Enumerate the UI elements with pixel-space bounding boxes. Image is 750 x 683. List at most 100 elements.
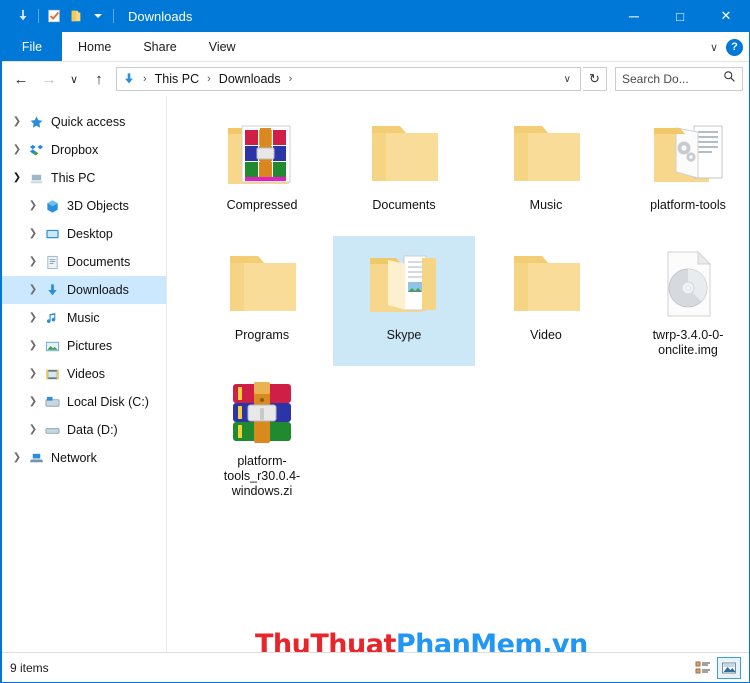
refresh-button[interactable]: ↻ xyxy=(583,67,607,91)
file-label: Video xyxy=(530,328,562,342)
chevron-right-icon[interactable]: ❯ xyxy=(24,201,42,211)
sidebar-item-pictures[interactable]: ❯ Pictures xyxy=(2,332,166,360)
minimize-button[interactable]: ─ xyxy=(611,0,657,32)
downloads-arrow-icon[interactable] xyxy=(12,5,34,27)
file-label: Music xyxy=(529,198,563,212)
back-button[interactable]: ← xyxy=(8,66,34,92)
file-item-video[interactable]: Video xyxy=(475,236,617,366)
window-controls: ─ □ ✕ xyxy=(611,0,749,32)
sidebar-item-documents[interactable]: ❯ Documents xyxy=(2,248,166,276)
sidebar-label: Network xyxy=(51,451,97,465)
file-label: Documents xyxy=(372,198,436,212)
address-dropdown-chevron-icon[interactable]: ∨ xyxy=(559,74,576,85)
toolbar-separator xyxy=(38,9,39,23)
folder-with-docs-preview-icon xyxy=(640,112,736,196)
chevron-right-icon[interactable]: ❯ xyxy=(24,257,42,267)
chevron-right-icon[interactable]: ❯ xyxy=(24,229,42,239)
item-count-label: 9 items xyxy=(10,660,49,675)
explorer-body: ❯ Quick access ❯ Dropbox ❯ This PC ❯ 3D … xyxy=(2,96,749,652)
recent-locations-button[interactable]: ∨ xyxy=(64,66,84,92)
file-list-pane[interactable]: Compressed Documents Music platform-tool… xyxy=(167,96,749,652)
status-bar: 9 items xyxy=(2,652,749,682)
forward-button[interactable]: → xyxy=(36,66,62,92)
chevron-right-icon[interactable]: ❯ xyxy=(8,453,26,463)
sidebar-label: Desktop xyxy=(67,227,113,241)
file-item-twrp-img[interactable]: twrp-3.4.0-0-onclite.img xyxy=(617,236,749,366)
search-box[interactable]: Search Do... xyxy=(615,67,743,91)
chevron-down-icon[interactable]: ❯ xyxy=(8,173,26,183)
sidebar-label: Dropbox xyxy=(51,143,99,157)
file-item-skype[interactable]: Skype xyxy=(333,236,475,366)
watermark: ThuThuatPhanMem.vn xyxy=(255,629,588,652)
crumb-separator-0: › xyxy=(143,73,147,85)
search-input[interactable]: Search Do... xyxy=(622,72,689,86)
address-path-field[interactable]: › This PC › Downloads › ∨ xyxy=(116,67,581,91)
pc-icon xyxy=(26,171,46,186)
sidebar-label: 3D Objects xyxy=(67,199,129,213)
quick-access-toolbar xyxy=(2,5,118,27)
folder-with-rar-preview-icon xyxy=(214,112,310,196)
sidebar-item-this-pc[interactable]: ❯ This PC xyxy=(2,164,166,192)
sidebar-item-quick-access[interactable]: ❯ Quick access xyxy=(2,108,166,136)
sidebar-label: Documents xyxy=(67,255,131,269)
chevron-right-icon[interactable]: ❯ xyxy=(24,397,42,407)
file-item-platform-tools-zip[interactable]: platform-tools_r30.0.4-windows.zi xyxy=(191,366,333,498)
file-label: Compressed xyxy=(226,198,298,212)
breadcrumb-downloads[interactable]: Downloads xyxy=(217,72,283,86)
maximize-button[interactable]: □ xyxy=(657,0,703,32)
sidebar-item-desktop[interactable]: ❯ Desktop xyxy=(2,220,166,248)
chevron-right-icon[interactable]: ❯ xyxy=(24,313,42,323)
sidebar-item-data-d[interactable]: ❯ Data (D:) xyxy=(2,416,166,444)
sidebar-item-music[interactable]: ❯ Music xyxy=(2,304,166,332)
large-icons-view-button[interactable] xyxy=(717,656,741,679)
cube-icon xyxy=(42,199,62,214)
sidebar-label: Data (D:) xyxy=(67,423,118,437)
sidebar-label: Local Disk (C:) xyxy=(67,395,149,409)
chevron-right-icon[interactable]: ❯ xyxy=(24,341,42,351)
file-label: platform-tools_r30.0.4-windows.zi xyxy=(223,454,301,498)
folder-icon xyxy=(356,112,452,196)
new-folder-icon[interactable] xyxy=(65,5,87,27)
desktop-icon xyxy=(42,227,62,242)
expand-ribbon-chevron-icon[interactable]: ∨ xyxy=(710,41,718,54)
watermark-part2: PhanMem.vn xyxy=(395,629,588,652)
tab-view[interactable]: View xyxy=(193,32,252,61)
file-item-compressed[interactable]: Compressed xyxy=(191,106,333,236)
sidebar-item-dropbox[interactable]: ❯ Dropbox xyxy=(2,136,166,164)
chevron-right-icon[interactable]: ❯ xyxy=(8,117,26,127)
sidebar-item-downloads[interactable]: ❯ Downloads xyxy=(2,276,166,304)
up-button[interactable]: ↑ xyxy=(86,66,112,92)
sidebar-item-network[interactable]: ❯ Network xyxy=(2,444,166,472)
sidebar-item-videos[interactable]: ❯ Videos xyxy=(2,360,166,388)
watermark-part1: ThuThuat xyxy=(255,629,396,652)
music-icon xyxy=(42,311,62,326)
file-item-programs[interactable]: Programs xyxy=(191,236,333,366)
disc-image-file-icon xyxy=(640,242,736,326)
sidebar-item-local-disk-c[interactable]: ❯ Local Disk (C:) xyxy=(2,388,166,416)
breadcrumb-this-pc[interactable]: This PC xyxy=(153,72,201,86)
videos-icon xyxy=(42,367,62,382)
chevron-right-icon[interactable]: ❯ xyxy=(24,425,42,435)
file-label: platform-tools xyxy=(650,198,726,212)
help-icon[interactable]: ? xyxy=(726,38,743,56)
tab-home[interactable]: Home xyxy=(62,32,127,61)
chevron-right-icon[interactable]: ❯ xyxy=(24,369,42,379)
network-icon xyxy=(26,451,46,466)
ribbon-tab-bar: File Home Share View ∨ ? xyxy=(2,32,749,62)
close-button[interactable]: ✕ xyxy=(703,0,749,32)
details-view-button[interactable] xyxy=(691,657,715,679)
pictures-icon xyxy=(42,339,62,354)
title-bar: Downloads ─ □ ✕ xyxy=(2,0,749,32)
sidebar-item-3d-objects[interactable]: ❯ 3D Objects xyxy=(2,192,166,220)
chevron-right-icon[interactable]: ❯ xyxy=(24,285,42,295)
customize-chevron-icon[interactable] xyxy=(87,5,109,27)
tab-share[interactable]: Share xyxy=(127,32,192,61)
sidebar-label: Videos xyxy=(67,367,105,381)
tab-file[interactable]: File xyxy=(2,32,62,61)
properties-check-icon[interactable] xyxy=(43,5,65,27)
navigation-pane: ❯ Quick access ❯ Dropbox ❯ This PC ❯ 3D … xyxy=(2,96,167,652)
chevron-right-icon[interactable]: ❯ xyxy=(8,145,26,155)
file-item-platform-tools[interactable]: platform-tools xyxy=(617,106,749,236)
file-item-music[interactable]: Music xyxy=(475,106,617,236)
file-item-documents[interactable]: Documents xyxy=(333,106,475,236)
